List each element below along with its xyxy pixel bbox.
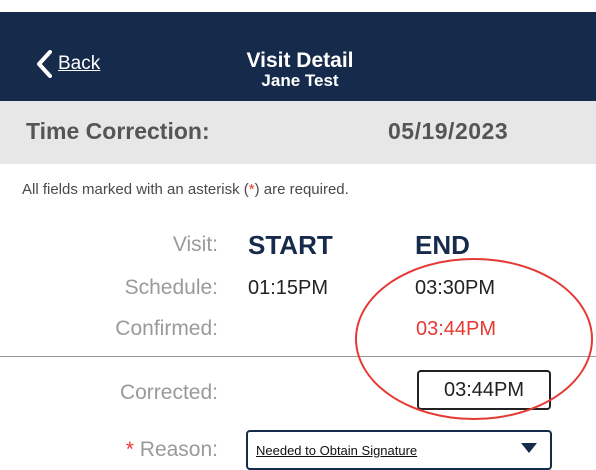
reason-label: * Reason: [0, 438, 218, 462]
schedule-end: 03:30PM [415, 277, 496, 299]
reason-selected-value: Needed to Obtain Signature [256, 442, 418, 458]
page-title: Visit Detail Jane Test [200, 50, 400, 89]
corrected-end-value: 03:44PM [443, 378, 525, 401]
divider [0, 356, 596, 357]
confirmed-end: 03:44PM [416, 318, 497, 340]
back-label: Back [58, 53, 101, 74]
required-note: All fields marked with an asterisk (*) a… [22, 181, 349, 198]
back-button[interactable]: Back [36, 48, 100, 80]
schedule-start: 01:15PM [248, 277, 329, 299]
schedule-label: Schedule: [124, 276, 218, 299]
corrected-end-time-field[interactable]: 03:44PM [417, 370, 551, 410]
required-note-before: All fields marked with an asterisk ( [22, 181, 249, 198]
end-header: END [415, 230, 470, 260]
title-text: Visit Detail [246, 49, 354, 72]
chevron-left-icon [36, 50, 52, 78]
corrected-label: Corrected: [119, 381, 218, 404]
confirmed-label: Confirmed: [115, 317, 218, 340]
required-asterisk: * [125, 438, 134, 461]
section-label: Time Correction: [26, 118, 210, 144]
reason-select[interactable]: Needed to Obtain Signature [246, 430, 552, 470]
triangle-down-icon [520, 441, 550, 459]
visit-label: Visit: [172, 233, 218, 256]
required-note-after: ) are required. [254, 181, 349, 198]
start-header: START [248, 230, 333, 260]
subtitle-text: Jane Test [261, 71, 339, 90]
correction-date: 05/19/2023 [388, 118, 509, 144]
reason-label-text: Reason: [139, 438, 218, 461]
